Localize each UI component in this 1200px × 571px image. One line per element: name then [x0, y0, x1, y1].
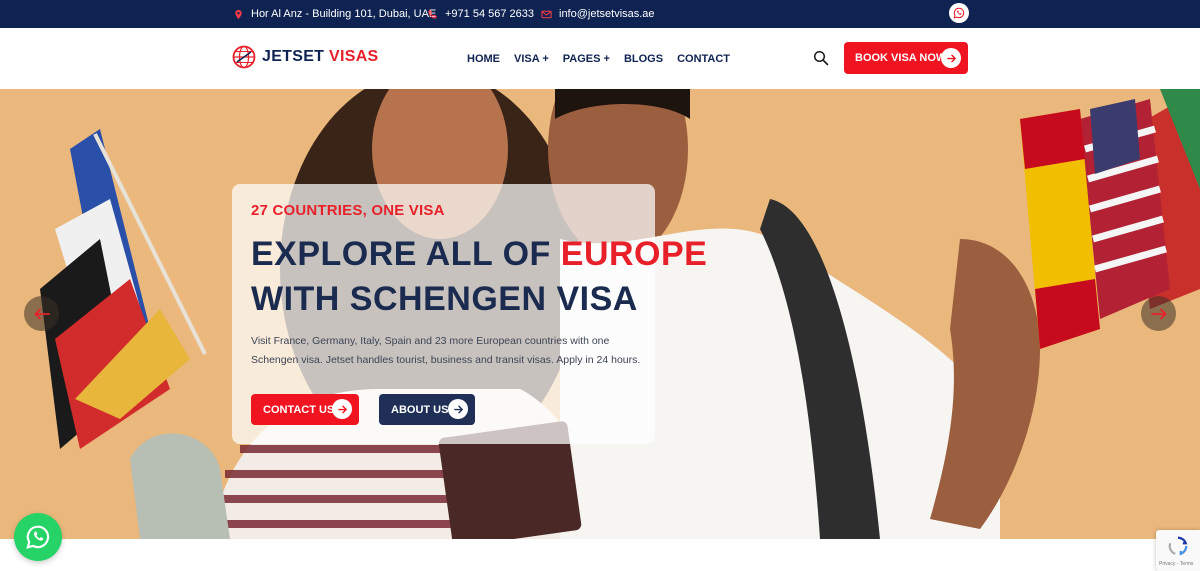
arrow-right-icon [941, 48, 961, 68]
brand-logo[interactable]: JETSET VISAS [232, 45, 379, 69]
contact-us-button[interactable]: CONTACT US [251, 394, 359, 425]
brand-name: JETSET VISAS [262, 48, 379, 66]
hero-headline: EXPLORE ALL OF EUROPE WITH SCHENGEN VISA [251, 232, 707, 322]
hero-description: Visit France, Germany, Italy, Spain and … [251, 335, 641, 366]
hero-eyebrow: 27 COUNTRIES, ONE VISA [251, 202, 445, 219]
email-text[interactable]: info@jetsetvisas.ae [559, 8, 655, 20]
hero-banner: 27 COUNTRIES, ONE VISA EXPLORE ALL OF EU… [0, 89, 1200, 539]
whatsapp-icon [26, 525, 50, 549]
nav-visa[interactable]: VISA + [514, 53, 549, 65]
slider-next-button[interactable] [1141, 296, 1176, 331]
slider-prev-button[interactable] [24, 296, 59, 331]
book-visa-label: BOOK VISA NOW [855, 52, 947, 64]
arrow-right-icon [1150, 308, 1167, 319]
recaptcha-badge[interactable]: Privacy - Terms [1156, 530, 1200, 571]
map-pin-icon [235, 9, 242, 19]
mail-icon [541, 10, 552, 18]
recaptcha-icon [1168, 536, 1188, 556]
brand-name-part2: VISAS [329, 48, 379, 65]
nav-home[interactable]: HOME [467, 53, 500, 65]
search-icon[interactable] [813, 50, 829, 66]
arrow-right-icon [332, 399, 352, 419]
book-visa-button[interactable]: BOOK VISA NOW [844, 42, 968, 74]
phone-text[interactable]: +971 54 567 2633 [445, 8, 534, 20]
about-us-label: ABOUT US [391, 403, 449, 416]
email-info[interactable]: info@jetsetvisas.ae [541, 0, 655, 28]
hero-headline-line1: EXPLORE ALL OF EUROPE [251, 232, 707, 277]
hero-content-card: 27 COUNTRIES, ONE VISA EXPLORE ALL OF EU… [232, 184, 707, 444]
whatsapp-float-button[interactable] [14, 513, 62, 561]
nav-pages[interactable]: PAGES + [563, 53, 610, 65]
about-us-button[interactable]: ABOUT US [379, 394, 475, 425]
hero-headline-highlight: EUROPE [560, 235, 708, 273]
recaptcha-footer[interactable]: Privacy - Terms [1159, 561, 1193, 567]
top-info-bar: Hor Al Anz - Building 101, Dubai, UAE +9… [0, 0, 1200, 28]
whatsapp-top-button[interactable] [949, 3, 969, 23]
globe-logo-icon [232, 45, 256, 69]
main-nav: HOME VISA + PAGES + BLOGS CONTACT [467, 28, 730, 89]
hero-headline-part1: EXPLORE ALL OF [251, 235, 551, 273]
phone-icon [428, 9, 437, 19]
nav-blogs[interactable]: BLOGS [624, 53, 663, 65]
contact-us-label: CONTACT US [263, 403, 335, 416]
phone-info[interactable]: +971 54 567 2633 [427, 0, 534, 28]
address-text: Hor Al Anz - Building 101, Dubai, UAE [251, 8, 437, 20]
address-info: Hor Al Anz - Building 101, Dubai, UAE [233, 0, 436, 28]
arrow-right-icon [448, 399, 468, 419]
brand-name-part1: JETSET [262, 48, 325, 65]
nav-contact[interactable]: CONTACT [677, 53, 730, 65]
whatsapp-icon [953, 7, 965, 19]
arrow-left-icon [33, 308, 50, 319]
hero-headline-line2: WITH SCHENGEN VISA [251, 280, 638, 318]
main-header: JETSET VISAS HOME VISA + PAGES + BLOGS C… [0, 28, 1200, 89]
